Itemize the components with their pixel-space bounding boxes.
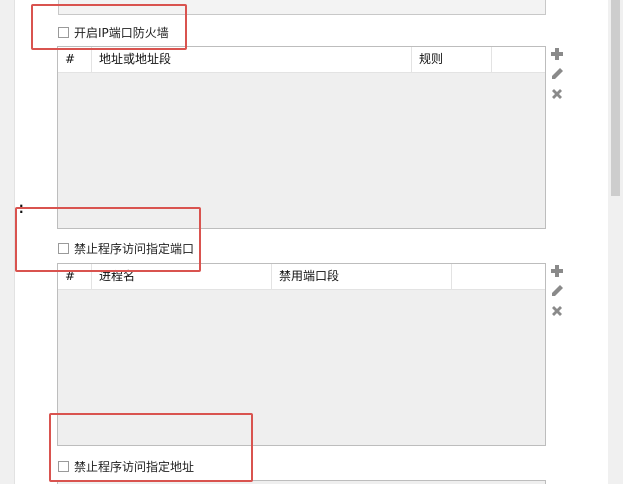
plus-icon[interactable] [549,46,565,62]
address-table[interactable]: # 地址或地址段 规则 [57,46,546,229]
scrollbar-thumb[interactable] [611,0,620,196]
close-icon[interactable] [549,303,565,319]
address-table-header: # 地址或地址段 规则 [58,47,545,73]
column-header-index[interactable]: # [58,47,92,72]
column-header-ports[interactable]: 禁用端口段 [272,264,452,289]
highlight-box [15,207,201,272]
highlight-box [31,4,187,50]
pencil-icon[interactable] [549,66,565,82]
column-header-rule[interactable]: 规则 [412,47,492,72]
column-header-address[interactable]: 地址或地址段 [92,47,412,72]
left-panel-strip [0,0,15,484]
highlight-box [49,413,253,482]
plus-icon[interactable] [549,263,565,279]
close-icon[interactable] [549,86,565,102]
pencil-icon[interactable] [549,283,565,299]
